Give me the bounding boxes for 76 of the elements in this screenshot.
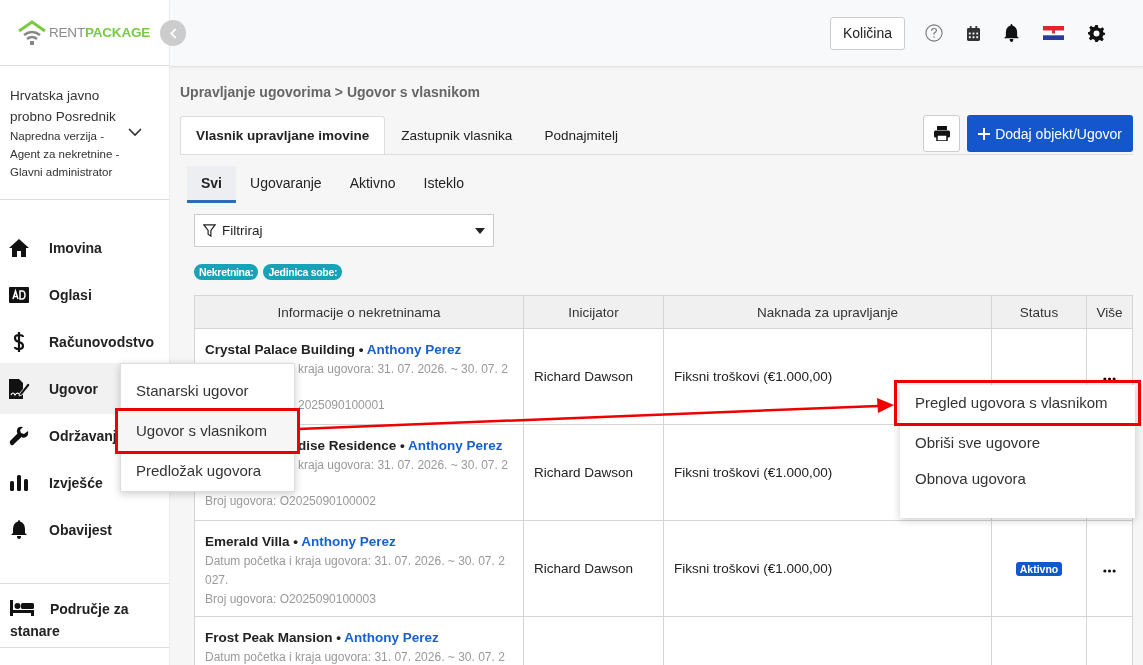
flag-icon[interactable] <box>1043 26 1064 40</box>
menu-item[interactable]: Ugovor s vlasnikom <box>118 411 297 451</box>
account-role: Napredna verzija - Agent za nekretnine - Glavni administrator <box>10 128 121 180</box>
owner-link[interactable]: Anthony Perez <box>301 534 396 549</box>
tab[interactable]: Vlasnik upravljane imovine <box>180 116 386 154</box>
contract-dates: 027. <box>205 572 230 589</box>
contract-icon <box>7 378 30 399</box>
print-button[interactable] <box>923 115 961 152</box>
fee-text: Fiksni troškovi (€1.000,00) <box>674 369 833 384</box>
help-icon[interactable] <box>925 24 943 42</box>
house-icon <box>8 238 29 257</box>
settings-icon[interactable] <box>1088 24 1105 42</box>
property-title: Crystal Palace Building • Anthony Perez <box>205 341 463 359</box>
add-button[interactable]: Dodaj objekt/Ugovor <box>967 115 1133 152</box>
wrench-icon <box>8 425 29 446</box>
bed-icon <box>10 600 34 616</box>
filter-tag: Nekretnina: <box>194 264 259 280</box>
property-title: Emerald Villa • Anthony Perez <box>205 533 397 551</box>
column-header: Informacije o nekretninama <box>194 295 524 329</box>
menu-item[interactable]: Predložak ugovora <box>121 451 294 491</box>
filter-tab[interactable]: Aktivno <box>335 166 410 203</box>
menu-item[interactable]: Pregled ugovora s vlasnikom <box>897 383 1138 423</box>
filter-tab[interactable]: Svi <box>187 166 236 203</box>
filter-icon <box>203 224 216 237</box>
contract-dates: Datum početka i kraja ugovora: 31. 07. 2026. ~ 30. 07. 2 <box>205 553 506 570</box>
initiator-name: Richard Dawson <box>534 369 634 384</box>
initiator-name: Richard Dawson <box>534 465 634 480</box>
brand-logo: RENTPACKAGE <box>49 25 151 40</box>
contract-dates: kraja ugovora: 31. 07. 2026. ~ 30. 07. 2 <box>298 457 508 474</box>
tab[interactable]: Podnajmitelj <box>528 116 634 154</box>
initiator-name: Richard Dawson <box>534 561 634 576</box>
owner-link[interactable]: Anthony Perez <box>366 342 462 357</box>
nav-item[interactable]: Područje za stanare <box>0 584 169 648</box>
nav-item[interactable]: Računovodstvo <box>0 318 169 365</box>
filter-tag: Jedinica sobe: <box>263 264 343 280</box>
dollar-icon <box>12 331 25 352</box>
owner-link[interactable]: Anthony Perez <box>408 438 503 453</box>
status-badge: Aktivno <box>1015 562 1063 576</box>
contract-number: 2025090100001 <box>298 397 385 414</box>
property-title: Frost Peak Mansion • Anthony Perez <box>205 629 440 647</box>
more-icon[interactable] <box>1103 569 1116 573</box>
ad-icon <box>8 286 29 303</box>
chevron-down-icon[interactable] <box>128 128 142 137</box>
filter-tab[interactable]: Isteklo <box>409 166 478 203</box>
fee-text: Fiksni troškovi (€1.000,00) <box>674 465 833 480</box>
filter-dropdown[interactable]: Filtriraj <box>194 214 494 247</box>
nav-item[interactable]: Obavijest <box>0 506 169 553</box>
bar-chart-icon <box>9 474 28 491</box>
quantity-button[interactable]: Količina <box>829 16 905 50</box>
filter-tab[interactable]: Ugovaranje <box>236 166 336 203</box>
column-header: Status <box>991 295 1087 329</box>
calendar-icon[interactable] <box>967 25 980 41</box>
breadcrumb: Upravljanje ugovorima > Ugovor s vlasnikom <box>180 84 481 100</box>
contract-dates: Datum početka i kraja ugovora: 31. 07. 2026. ~ 30. 07. 2 <box>205 649 506 665</box>
chevron-left-icon <box>169 27 177 39</box>
column-header: Naknada za upravljanje <box>663 295 992 329</box>
menu-item[interactable]: Obriši sve ugovore <box>900 425 1135 461</box>
account-name: Hrvatska javno probno Posrednik <box>10 86 117 126</box>
printer-icon <box>933 126 950 141</box>
contract-number: Broj ugovora: O2025090100003 <box>205 591 377 608</box>
logo-icon <box>17 19 47 46</box>
caret-icon <box>475 227 485 234</box>
more-icon[interactable] <box>1103 377 1116 381</box>
contract-number: Broj ugovora: O2025090100002 <box>205 493 377 510</box>
nav-item[interactable]: Oglasi <box>0 271 169 318</box>
tab[interactable]: Zastupnik vlasnika <box>385 116 529 154</box>
bell-icon <box>10 520 27 539</box>
bell-icon[interactable] <box>1004 24 1019 42</box>
column-header: Više <box>1086 295 1133 329</box>
contract-dates: kraja ugovora: 31. 07. 2026. ~ 30. 07. 2 <box>298 361 508 378</box>
column-header: Inicijator <box>523 295 664 329</box>
menu-item[interactable]: Obnova ugovora <box>900 461 1135 497</box>
plus-icon <box>978 127 991 140</box>
fee-text: Fiksni troškovi (€1.000,00) <box>674 561 833 576</box>
owner-link[interactable]: Anthony Perez <box>344 630 439 645</box>
nav-item[interactable]: Imovina <box>0 224 169 271</box>
